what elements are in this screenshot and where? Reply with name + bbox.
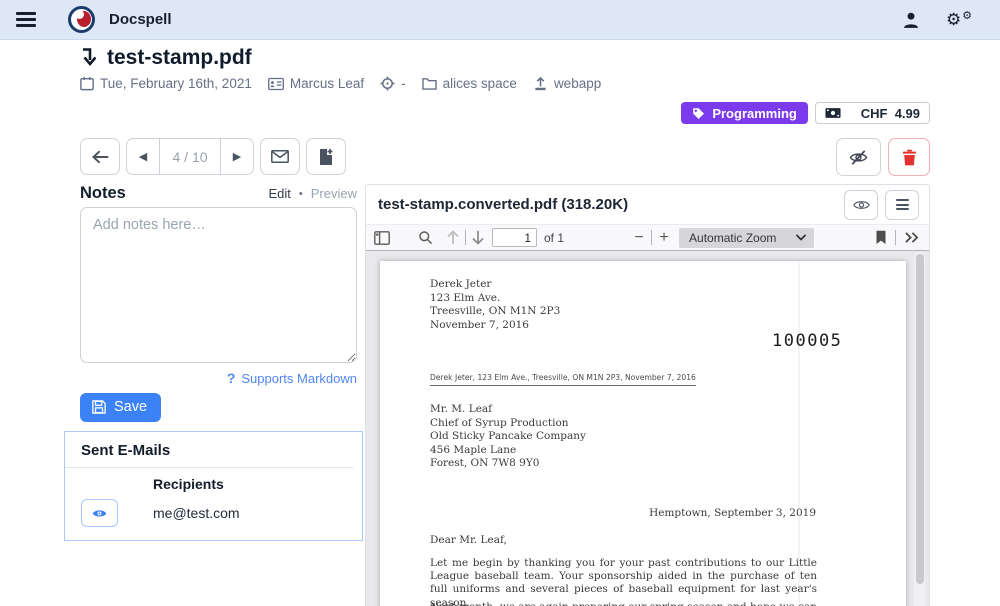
notes-input[interactable] [80, 207, 357, 363]
menu-icon[interactable] [16, 9, 36, 31]
crosshair-icon [380, 76, 395, 91]
top-navbar: Docspell ⚙⚙ [0, 0, 1000, 40]
next-item-button[interactable]: ▶ [221, 138, 254, 175]
zoom-in-icon[interactable]: + [657, 229, 671, 247]
pdfjs-toolbar: of 1 − + Automatic Zoom [366, 224, 929, 251]
document-number-stamp: 100005 [772, 331, 842, 351]
sent-emails-panel: Sent E-Mails Recipients [64, 431, 363, 541]
tag-icon [692, 107, 705, 120]
notes-edit-link[interactable]: Edit [268, 186, 290, 201]
pdf-viewer-area: Derek Jeter 123 Elm Ave. Treesville, ON … [366, 251, 929, 606]
app-title: Docspell [109, 11, 172, 28]
calendar-icon [80, 76, 94, 91]
question-icon[interactable]: ? [227, 370, 236, 386]
page-count-label: of 1 [544, 231, 564, 245]
attachment-menu-button[interactable] [885, 190, 919, 220]
bookmark-icon[interactable] [875, 230, 887, 245]
letter-body-partial: Next month, we are again preparing our s… [430, 601, 817, 606]
zoom-out-icon[interactable]: − [632, 229, 646, 247]
upload-icon [533, 77, 548, 91]
search-icon[interactable] [418, 230, 433, 245]
next-page-icon[interactable] [471, 230, 485, 245]
item-correspondent: Marcus Leaf [268, 76, 364, 91]
pager-position: 4 / 10 [159, 138, 221, 175]
prev-item-button[interactable]: ◀ [126, 138, 159, 175]
send-mail-button[interactable] [260, 138, 300, 175]
custom-field-amount-badge[interactable]: CHF 4.99 [815, 102, 930, 124]
item-source: webapp [533, 76, 601, 91]
notes-link-separator: • [299, 188, 303, 200]
delete-button[interactable] [888, 138, 930, 176]
letter-body-paragraph: Let me begin by thanking you for your pa… [430, 557, 817, 606]
user-icon[interactable] [902, 11, 920, 29]
sent-emails-heading: Sent E-Mails [81, 442, 354, 459]
letter-return-address-line: Derek Jeter, 123 Elm Ave., Treesville, O… [430, 373, 696, 386]
add-file-button[interactable] [306, 138, 346, 175]
eye-icon [92, 508, 107, 519]
zoom-select[interactable]: Automatic Zoom [679, 228, 814, 248]
tag-badge-programming[interactable]: Programming [681, 102, 808, 124]
floppy-icon [92, 400, 106, 414]
letter-salutation: Dear Mr. Leaf, [430, 534, 507, 548]
notes-heading: Notes [80, 184, 126, 203]
eye-slash-icon [849, 149, 868, 166]
page-title: test-stamp.pdf [107, 46, 252, 70]
back-button[interactable] [80, 138, 120, 175]
item-date: Tue, February 16th, 2021 [80, 76, 252, 91]
chevron-down-icon [796, 234, 806, 241]
preview-attachment-button[interactable] [844, 190, 878, 220]
pdf-scrollbar-thumb[interactable] [916, 254, 924, 584]
folder-icon [422, 77, 437, 90]
pdf-attachment-panel: test-stamp.converted.pdf (318.20K) [365, 184, 930, 606]
previous-page-icon[interactable] [446, 230, 460, 245]
list-icon [896, 197, 909, 213]
pdf-page: Derek Jeter 123 Elm Ave. Treesville, ON … [380, 261, 906, 606]
item-meta-row: Tue, February 16th, 2021 Marcus Leaf - [80, 76, 930, 91]
save-notes-button[interactable]: Save [80, 393, 161, 422]
sidebar-toggle-icon[interactable] [374, 231, 390, 245]
pdf-scrollbar [914, 252, 925, 606]
id-card-icon [268, 77, 284, 91]
hide-sidebar-button[interactable] [836, 138, 881, 176]
item-folder: alices space [422, 76, 517, 91]
item-concerning: - [380, 76, 406, 91]
supports-markdown-link[interactable]: Supports Markdown [241, 371, 357, 386]
eye-icon [853, 199, 870, 211]
recipient-email: me@test.com [153, 505, 354, 521]
docspell-logo[interactable] [68, 6, 95, 33]
settings-gears-icon[interactable]: ⚙⚙ [946, 10, 970, 30]
notes-preview-link[interactable]: Preview [311, 186, 357, 201]
item-pager: ◀ 4 / 10 ▶ [126, 138, 254, 175]
view-email-button[interactable] [81, 499, 118, 527]
more-tools-icon[interactable] [904, 231, 919, 244]
letter-sender-block: Derek Jeter 123 Elm Ave. Treesville, ON … [430, 278, 560, 332]
letter-recipient-block: Mr. M. Leaf Chief of Syrup Production Ol… [430, 403, 586, 471]
trash-icon [902, 149, 917, 166]
attachment-filename: test-stamp.converted.pdf (318.20K) [378, 196, 628, 213]
download-arrow-icon [80, 47, 96, 69]
page-number-input[interactable] [492, 228, 537, 247]
letter-dateline: Hemptown, September 3, 2019 [430, 507, 816, 521]
recipients-header: Recipients [153, 468, 354, 499]
